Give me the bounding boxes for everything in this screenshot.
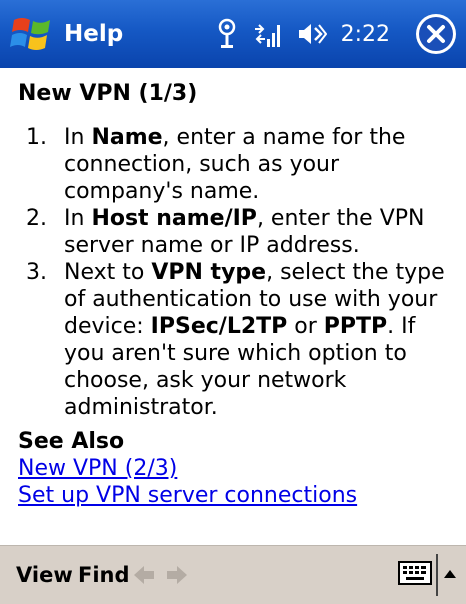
forward-arrow-icon[interactable]: [165, 564, 189, 590]
windows-start-icon[interactable]: [10, 12, 54, 56]
steps-list: 1. In Name, enter a name for the connect…: [18, 124, 458, 421]
app-title: Help: [64, 21, 124, 47]
list-item: 2. In Host name/IP, enter the VPN server…: [26, 206, 425, 258]
term-name: Name: [91, 125, 163, 150]
clock[interactable]: 2:22: [341, 22, 390, 47]
term-pptp: PPTP: [323, 314, 388, 339]
term-ipsec: IPSec/L2TP: [150, 314, 288, 339]
volume-icon[interactable]: [297, 20, 327, 48]
link-vpn-server-connections[interactable]: Set up VPN server connections: [18, 482, 357, 509]
see-also-section: See Also New VPN (2/3) Set up VPN server…: [18, 428, 357, 509]
connectivity-icon[interactable]: [215, 18, 239, 50]
help-content: New VPN (1/3) 1. In Name, enter a name f…: [18, 80, 458, 421]
close-button[interactable]: [416, 14, 456, 54]
status-icons: 2:22: [215, 0, 390, 68]
back-arrow-icon[interactable]: [132, 564, 156, 590]
menu-bar: View Find: [0, 545, 466, 604]
keyboard-icon[interactable]: [398, 560, 432, 592]
list-item: 3. Next to VPN type, select the type of …: [26, 260, 445, 420]
step-number: 1.: [26, 125, 47, 150]
step-number: 2.: [26, 206, 47, 231]
list-item: 1. In Name, enter a name for the connect…: [26, 125, 406, 204]
title-bar: Help 2:22: [0, 0, 466, 68]
find-menu[interactable]: Find: [78, 546, 130, 604]
signal-icon[interactable]: [253, 19, 283, 49]
step-number: 3.: [26, 260, 47, 285]
see-also-heading: See Also: [18, 429, 125, 454]
term-vpn-type: VPN type: [151, 260, 267, 285]
term-host-name: Host name/IP: [91, 206, 257, 231]
divider: [436, 554, 438, 596]
page-title: New VPN (1/3): [18, 81, 198, 106]
link-new-vpn-2[interactable]: New VPN (2/3): [18, 455, 357, 482]
sip-up-arrow-icon[interactable]: [442, 566, 458, 585]
close-icon: [419, 17, 453, 51]
view-menu[interactable]: View: [16, 546, 73, 604]
